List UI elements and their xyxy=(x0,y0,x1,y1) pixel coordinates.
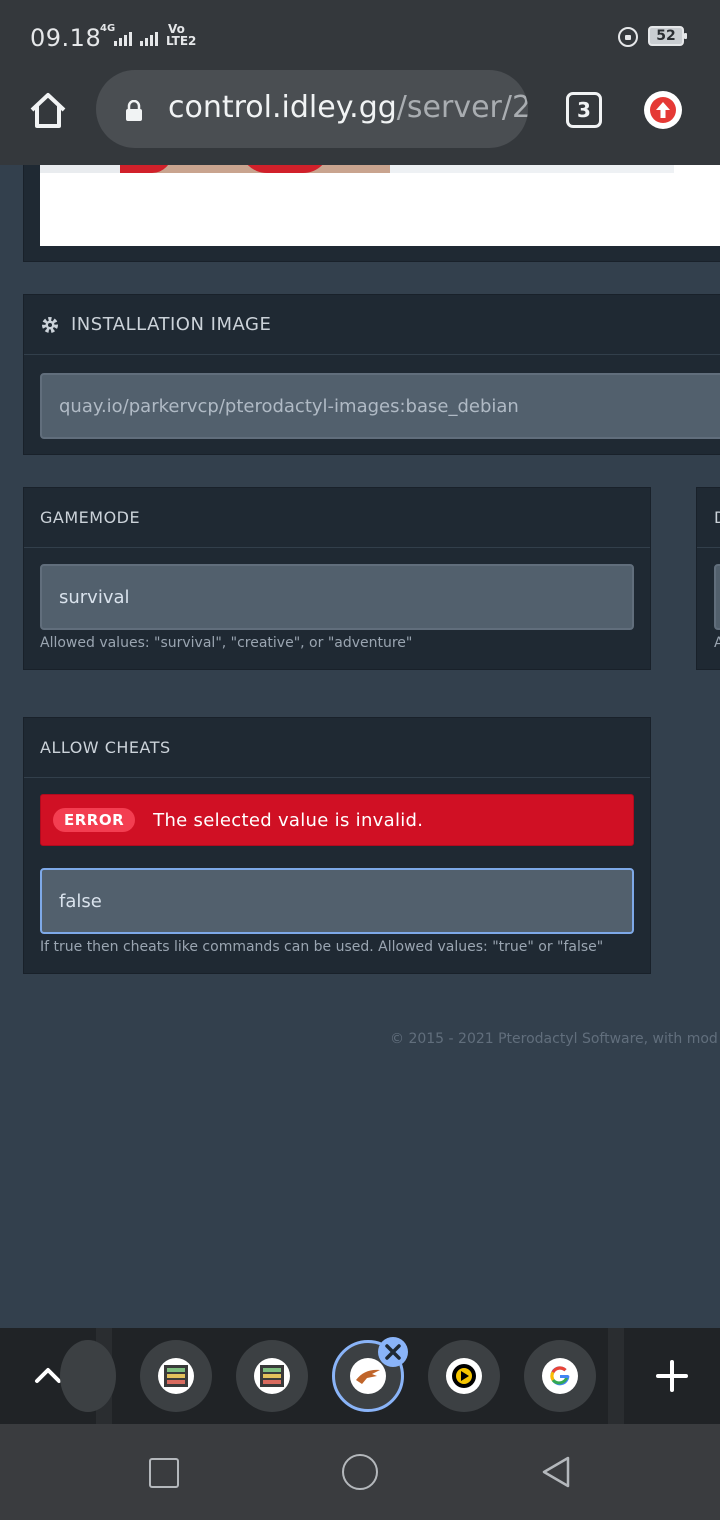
difficulty-hint-partial: A xyxy=(714,635,720,651)
tab-strip-edge-right xyxy=(608,1328,624,1424)
update-button[interactable] xyxy=(644,91,682,129)
video-app-favicon-icon xyxy=(446,1358,482,1394)
tab-partial[interactable] xyxy=(60,1340,116,1412)
volte-label-bottom: LTE2 xyxy=(166,34,197,48)
signal-strength-icon-2 xyxy=(140,30,158,46)
tab-thumbnail[interactable] xyxy=(428,1340,500,1412)
battery-icon: 52 xyxy=(648,26,687,46)
tab-thumbnail[interactable] xyxy=(140,1340,212,1412)
battery-level: 52 xyxy=(656,28,676,44)
server-favicon-icon xyxy=(158,1358,194,1394)
preview-image-frame xyxy=(40,165,720,246)
home-icon[interactable] xyxy=(26,88,70,132)
rotation-lock-icon xyxy=(618,27,638,47)
status-bar: 09.18 4G Vo LTE2 52 xyxy=(0,0,720,70)
panel-header: ALLOW CHEATS xyxy=(24,718,650,778)
preview-image xyxy=(40,165,674,173)
lock-icon xyxy=(126,100,142,121)
panel-title: GAMEMODE xyxy=(40,508,141,527)
error-message: The selected value is invalid. xyxy=(153,809,424,831)
clock: 09.18 xyxy=(30,24,102,52)
allow-cheats-hint: If true then cheats like commands can be… xyxy=(40,939,604,955)
error-alert: ERROR The selected value is invalid. xyxy=(40,794,634,846)
tab-thumbnail[interactable] xyxy=(524,1340,596,1412)
signal-strength-icon xyxy=(114,30,132,46)
gamemode-input[interactable]: survival xyxy=(40,564,634,630)
home-nav-button[interactable] xyxy=(342,1454,378,1490)
google-favicon-icon xyxy=(542,1358,578,1394)
tab-switcher-button[interactable]: 3 xyxy=(566,92,602,128)
url-text: control.idley.gg/server/2 xyxy=(168,90,528,125)
browser-toolbar: control.idley.gg/server/2 3 xyxy=(0,70,720,165)
error-badge: ERROR xyxy=(53,808,136,832)
tab-strip xyxy=(0,1328,720,1424)
server-glyph-icon xyxy=(260,1365,284,1387)
plus-icon[interactable] xyxy=(652,1356,692,1396)
gamemode-panel: GAMEMODE survival Allowed values: "survi… xyxy=(23,487,651,670)
tab-thumbnail[interactable] xyxy=(236,1340,308,1412)
server-favicon-icon xyxy=(254,1358,290,1394)
volte-label-top: Vo xyxy=(168,22,185,36)
allow-cheats-panel: ALLOW CHEATS ERROR The selected value is… xyxy=(23,717,651,974)
page-content: Te INSTALLATION IMAGE quay.io/parkervcp/… xyxy=(0,165,720,1328)
url-host: control.idley.gg xyxy=(168,90,397,125)
address-bar[interactable]: control.idley.gg/server/2 xyxy=(96,70,528,148)
panel-header: GAMEMODE xyxy=(24,488,650,548)
panel-title-fragment: D xyxy=(714,508,720,527)
close-tab-button[interactable] xyxy=(378,1337,408,1367)
difficulty-input-partial[interactable] xyxy=(714,564,720,630)
panel-title: INSTALLATION IMAGE xyxy=(71,314,272,335)
server-glyph-icon xyxy=(164,1365,188,1387)
video-app-glyph-icon xyxy=(452,1364,476,1388)
allow-cheats-input[interactable]: false xyxy=(40,868,634,934)
google-glyph-icon xyxy=(550,1366,570,1386)
preview-background xyxy=(390,165,674,173)
panel-header: D xyxy=(697,488,720,548)
startup-preview-panel: Te xyxy=(23,165,720,262)
url-path: /server/2 xyxy=(396,90,528,125)
network-type-label: 4G xyxy=(100,23,116,34)
tab-count-label: 3 xyxy=(577,98,591,122)
gear-icon xyxy=(42,316,58,333)
close-icon xyxy=(385,1344,401,1360)
footer-copyright: © 2015 - 2021 Pterodactyl Software, with… xyxy=(390,1031,718,1047)
system-nav-bar xyxy=(0,1424,720,1520)
installation-image-field[interactable]: quay.io/parkervcp/pterodactyl-images:bas… xyxy=(40,373,720,439)
gamemode-hint: Allowed values: "survival", "creative", … xyxy=(40,635,413,651)
back-icon[interactable] xyxy=(538,1454,574,1490)
recents-button[interactable] xyxy=(149,1458,179,1488)
arrow-up-icon xyxy=(650,97,676,123)
difficulty-panel-partial: D A xyxy=(696,487,720,670)
panel-header: INSTALLATION IMAGE xyxy=(24,295,720,355)
installation-image-panel: INSTALLATION IMAGE quay.io/parkervcp/pte… xyxy=(23,294,720,455)
panel-title: ALLOW CHEATS xyxy=(40,738,171,757)
